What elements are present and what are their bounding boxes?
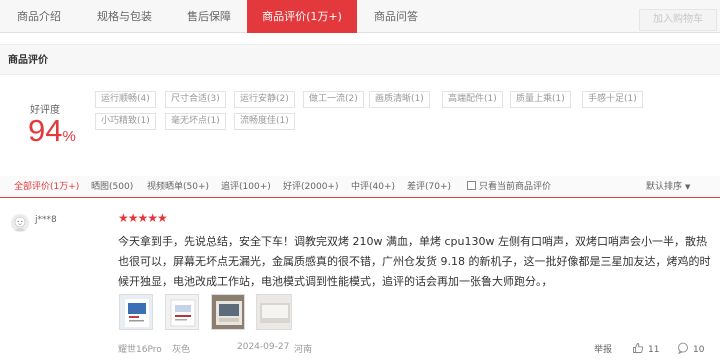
add-to-cart-button[interactable]: 加入购物车 — [639, 9, 717, 31]
review-photo[interactable] — [211, 294, 245, 330]
comment-button[interactable]: 10 — [677, 342, 704, 355]
positive-rate-value: 94% — [28, 113, 76, 149]
review-photo[interactable] — [119, 294, 153, 330]
thumbs-up-icon — [633, 343, 644, 353]
photo-thumbnail-icon — [120, 295, 152, 329]
rate-unit: % — [62, 128, 76, 145]
review-tag[interactable]: 毫无坏点(1) — [165, 113, 226, 130]
review-tag[interactable]: 运行顺畅(4) — [95, 91, 156, 108]
like-count: 11 — [648, 345, 660, 355]
star-rating: ★★★★★ — [118, 211, 168, 225]
tab-product-intro[interactable]: 商品介绍 — [0, 0, 78, 33]
review-tag[interactable]: 高端配件(1) — [442, 91, 503, 108]
photo-thumbnail-icon — [257, 295, 291, 329]
report-button[interactable]: 举报 — [594, 342, 612, 355]
filter-positive[interactable]: 好评(2000+) — [283, 176, 338, 198]
photo-thumbnail-icon — [212, 295, 244, 329]
review-tag[interactable]: 做工一流(2) — [303, 91, 364, 108]
sort-label: 默认排序 — [646, 182, 683, 192]
comment-count: 10 — [693, 345, 705, 355]
tab-product-reviews[interactable]: 商品评价(1万+) — [247, 0, 357, 33]
user-avatar-icon — [11, 214, 29, 232]
current-product-only-toggle[interactable]: 只看当前商品评价 — [467, 176, 551, 198]
product-color: 灰色 — [172, 345, 191, 355]
avatar[interactable] — [11, 214, 29, 232]
filter-follow-up[interactable]: 追评(100+) — [221, 176, 271, 198]
filter-video[interactable]: 视频晒单(50+) — [147, 176, 209, 198]
filter-all[interactable]: 全部评价(1万+) — [14, 176, 79, 198]
checkbox-icon[interactable] — [467, 181, 476, 190]
filter-negative[interactable]: 差评(70+) — [407, 176, 451, 198]
tab-product-qa[interactable]: 商品问答 — [357, 0, 435, 33]
section-title: 商品评价 — [0, 44, 720, 75]
photo-thumbnail-icon — [166, 295, 198, 329]
tab-after-sales[interactable]: 售后保障 — [171, 0, 247, 33]
review-tag[interactable]: 流畅度佳(1) — [234, 113, 295, 130]
review-date: 2024-09-27 — [237, 342, 290, 352]
sort-dropdown[interactable]: 默认排序 ▼ — [646, 176, 690, 198]
review-tag[interactable]: 尺寸合适(3) — [165, 91, 226, 108]
review-filter-bar: 全部评价(1万+) 晒图(500) 视频晒单(50+) 追评(100+) 好评(… — [0, 176, 720, 198]
like-button[interactable]: 11 — [632, 342, 659, 355]
filter-with-photos[interactable]: 晒图(500) — [91, 176, 133, 198]
product-model: 耀世16Pro — [118, 345, 162, 355]
rate-number: 94 — [28, 113, 63, 148]
current-product-only-label: 只看当前商品评价 — [479, 182, 552, 192]
chevron-down-icon: ▼ — [685, 183, 691, 191]
comment-icon — [678, 342, 688, 355]
review-tag[interactable]: 小巧精致(1) — [95, 113, 156, 130]
review-text: 今天拿到手，先说总结，安全下车！调教完双烤 210w 满血，单烤 cpu130w… — [118, 235, 711, 288]
tab-specs-packaging[interactable]: 规格与包装 — [78, 0, 171, 33]
reviewer-name: j***8 — [35, 215, 57, 225]
review-photo[interactable] — [165, 294, 199, 330]
review-tag[interactable]: 质量上乘(1) — [510, 91, 571, 108]
filter-neutral[interactable]: 中评(40+) — [351, 176, 395, 198]
review-tag[interactable]: 画质清晰(1) — [369, 91, 430, 108]
product-tab-bar: 商品介绍 规格与包装 售后保障 商品评价(1万+) 商品问答 加入购物车 — [0, 0, 720, 33]
review-tag[interactable]: 手感十足(1) — [582, 91, 643, 108]
review-tag[interactable]: 运行安静(2) — [234, 91, 295, 108]
review-location: 河南 — [294, 345, 313, 355]
review-photo[interactable] — [256, 294, 292, 330]
